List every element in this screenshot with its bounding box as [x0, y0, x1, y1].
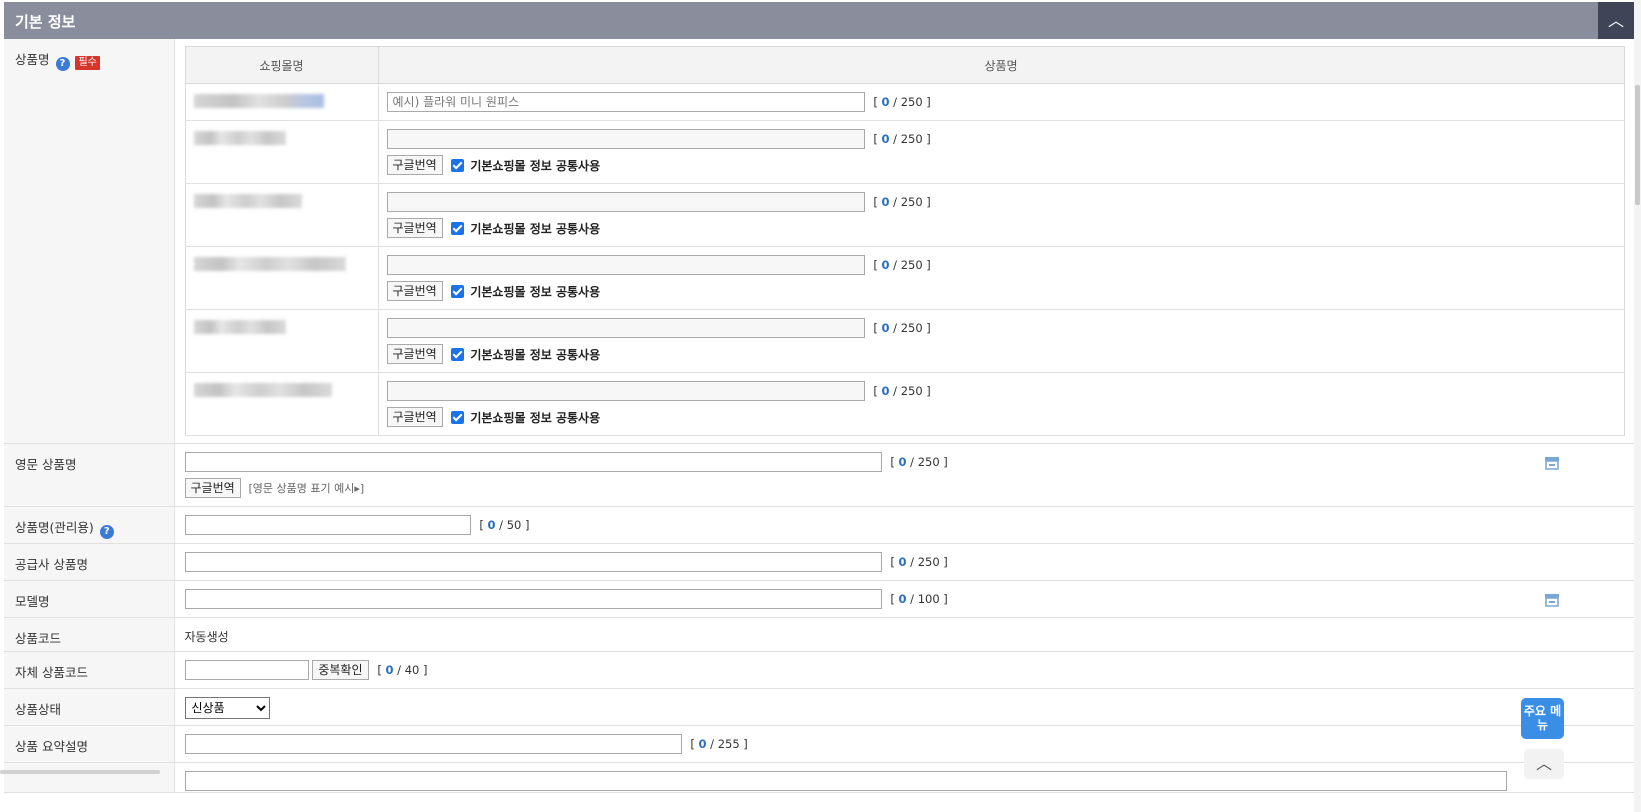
col-header-product-name: 상품명: [377, 46, 1625, 84]
store-icon[interactable]: [1544, 593, 1560, 607]
char-counter: [ 0 / 250 ]: [873, 321, 931, 335]
mall-row: [ 0 / 250 ] 구글번역 기본쇼핑몰 정보 공통사용: [185, 183, 1624, 247]
mall-name-table: 쇼핑몰명 상품명 [ 0 / 250 ]: [184, 46, 1625, 436]
horizontal-scrollbar[interactable]: [0, 770, 160, 774]
mall-row: [ 0 / 250 ] 구글번역 기본쇼핑몰 정보 공통사용: [185, 309, 1624, 373]
share-default-label[interactable]: 기본쇼핑몰 정보 공통사용: [470, 159, 600, 173]
share-default-label[interactable]: 기본쇼핑몰 정보 공통사용: [470, 411, 600, 425]
share-default-checkbox[interactable]: [450, 347, 464, 361]
product-name-input[interactable]: [386, 92, 865, 112]
duplicate-check-button[interactable]: 중복확인: [312, 660, 369, 680]
required-badge: 필수: [75, 56, 100, 70]
google-translate-button[interactable]: 구글번역: [386, 281, 443, 301]
row-english-name: 영문 상품명 [ 0 / 250 ] 구글번역 [영문 상품명 표기 예시▸]: [4, 443, 1634, 507]
summary-input[interactable]: [184, 734, 682, 754]
chevron-up-icon: ︿: [1607, 11, 1624, 30]
row-custom-code: 자체 상품코드 중복확인 [ 0 / 40 ]: [4, 651, 1634, 689]
char-counter: [ 0 / 100 ]: [890, 592, 948, 606]
share-default-checkbox[interactable]: [450, 410, 464, 424]
row-next: [4, 762, 1634, 793]
char-counter: [ 0 / 250 ]: [873, 195, 931, 209]
row-model-name: 모델명 [ 0 / 100 ]: [4, 580, 1634, 618]
char-counter: [ 0 / 250 ]: [873, 258, 931, 272]
share-default-checkbox[interactable]: [450, 221, 464, 235]
char-counter: [ 0 / 40 ]: [377, 663, 428, 677]
row-product-code: 상품코드 자동생성: [4, 617, 1634, 652]
mall-name-redacted: [185, 372, 379, 436]
label-supplier-name: 공급사 상품명: [4, 543, 175, 581]
product-name-input[interactable]: [386, 318, 865, 338]
mall-row: [ 0 / 250 ] 구글번역 기본쇼핑몰 정보 공통사용: [185, 120, 1624, 184]
mall-row: [ 0 / 250 ] 구글번역 기본쇼핑몰 정보 공통사용: [185, 372, 1624, 436]
basic-info-form: 상품명 ? 필수 쇼핑몰명 상품명 예시) 플라워 미니 원피스 [0 / 2…: [4, 39, 1634, 793]
mall-name-redacted: [185, 83, 379, 121]
help-icon[interactable]: ?: [99, 525, 114, 539]
label-product-name: 상품명 ? 필수: [4, 39, 175, 444]
store-icon[interactable]: [1544, 456, 1560, 470]
supplier-name-input[interactable]: [184, 552, 882, 572]
label-product-code: 상품코드: [4, 617, 175, 652]
row-supplier-name: 공급사 상품명 [ 0 / 250 ]: [4, 543, 1634, 581]
model-name-input[interactable]: [184, 589, 882, 609]
google-translate-button[interactable]: 구글번역: [386, 218, 443, 238]
collapse-toggle-button[interactable]: ︿: [1598, 2, 1634, 39]
scrollbar-thumb[interactable]: [1635, 85, 1640, 205]
help-icon[interactable]: ?: [55, 57, 70, 71]
label-model-name: 모델명: [4, 580, 175, 618]
next-field-input[interactable]: [184, 771, 1507, 791]
mall-row: [ 0 / 250 ]: [185, 83, 1624, 121]
char-counter: [ 0 / 250 ]: [890, 455, 948, 469]
row-product-name: 상품명 ? 필수 쇼핑몰명 상품명 예시) 플라워 미니 원피스 [0 / 2…: [4, 39, 1634, 444]
mall-name-redacted: [185, 183, 379, 247]
product-name-input[interactable]: [386, 255, 865, 275]
product-name-input[interactable]: [386, 192, 865, 212]
custom-code-input[interactable]: [184, 660, 309, 680]
chevron-up-icon: ︿: [1535, 754, 1552, 773]
product-code-value: 자동생성: [184, 630, 229, 644]
english-name-input[interactable]: [184, 452, 882, 472]
share-default-label[interactable]: 기본쇼핑몰 정보 공통사용: [470, 222, 600, 236]
mall-name-redacted: [185, 246, 379, 310]
label-product-status: 상품상태: [4, 688, 175, 726]
char-counter: [ 0 / 50 ]: [479, 518, 530, 532]
main-menu-button[interactable]: 주요 메뉴: [1521, 698, 1564, 739]
row-admin-name: 상품명(관리용) ? [ 0 / 50 ]: [4, 506, 1634, 544]
mall-row: [ 0 / 250 ] 구글번역 기본쇼핑몰 정보 공통사용: [185, 246, 1624, 310]
product-name-input[interactable]: [386, 381, 865, 401]
share-default-label[interactable]: 기본쇼핑몰 정보 공통사용: [470, 348, 600, 362]
product-name-input[interactable]: [386, 129, 865, 149]
mall-name-redacted: [185, 120, 379, 184]
vertical-scrollbar[interactable]: [1634, 0, 1641, 812]
share-default-label[interactable]: 기본쇼핑몰 정보 공통사용: [470, 285, 600, 299]
row-product-status: 상품상태 신상품: [4, 688, 1634, 726]
google-translate-button[interactable]: 구글번역: [184, 478, 241, 498]
label-custom-code: 자체 상품코드: [4, 651, 175, 689]
label-english-name: 영문 상품명: [4, 443, 175, 507]
section-title: 기본 정보: [15, 13, 76, 31]
product-status-select[interactable]: 신상품: [184, 697, 270, 719]
label-summary: 상품 요약설명: [4, 725, 175, 763]
google-translate-button[interactable]: 구글번역: [386, 344, 443, 364]
char-counter: [ 0 / 250 ]: [873, 384, 931, 398]
col-header-mall: 쇼핑몰명: [184, 46, 379, 84]
share-default-checkbox[interactable]: [450, 158, 464, 172]
admin-name-input[interactable]: [184, 515, 471, 535]
char-counter: [ 0 / 250 ]: [873, 132, 931, 146]
label-admin-name: 상품명(관리용) ?: [4, 506, 175, 544]
english-name-example-link[interactable]: [영문 상품명 표기 예시▸]: [249, 482, 365, 495]
char-counter: [ 0 / 255 ]: [690, 737, 748, 751]
mall-name-redacted: [185, 309, 379, 373]
scroll-top-button[interactable]: ︿: [1524, 749, 1564, 779]
char-counter: [ 0 / 250 ]: [873, 95, 931, 109]
row-summary: 상품 요약설명 [ 0 / 255 ]: [4, 725, 1634, 763]
share-default-checkbox[interactable]: [450, 284, 464, 298]
google-translate-button[interactable]: 구글번역: [386, 155, 443, 175]
char-counter: [ 0 / 250 ]: [890, 555, 948, 569]
section-header: 기본 정보 ︿: [4, 2, 1634, 39]
google-translate-button[interactable]: 구글번역: [386, 407, 443, 427]
